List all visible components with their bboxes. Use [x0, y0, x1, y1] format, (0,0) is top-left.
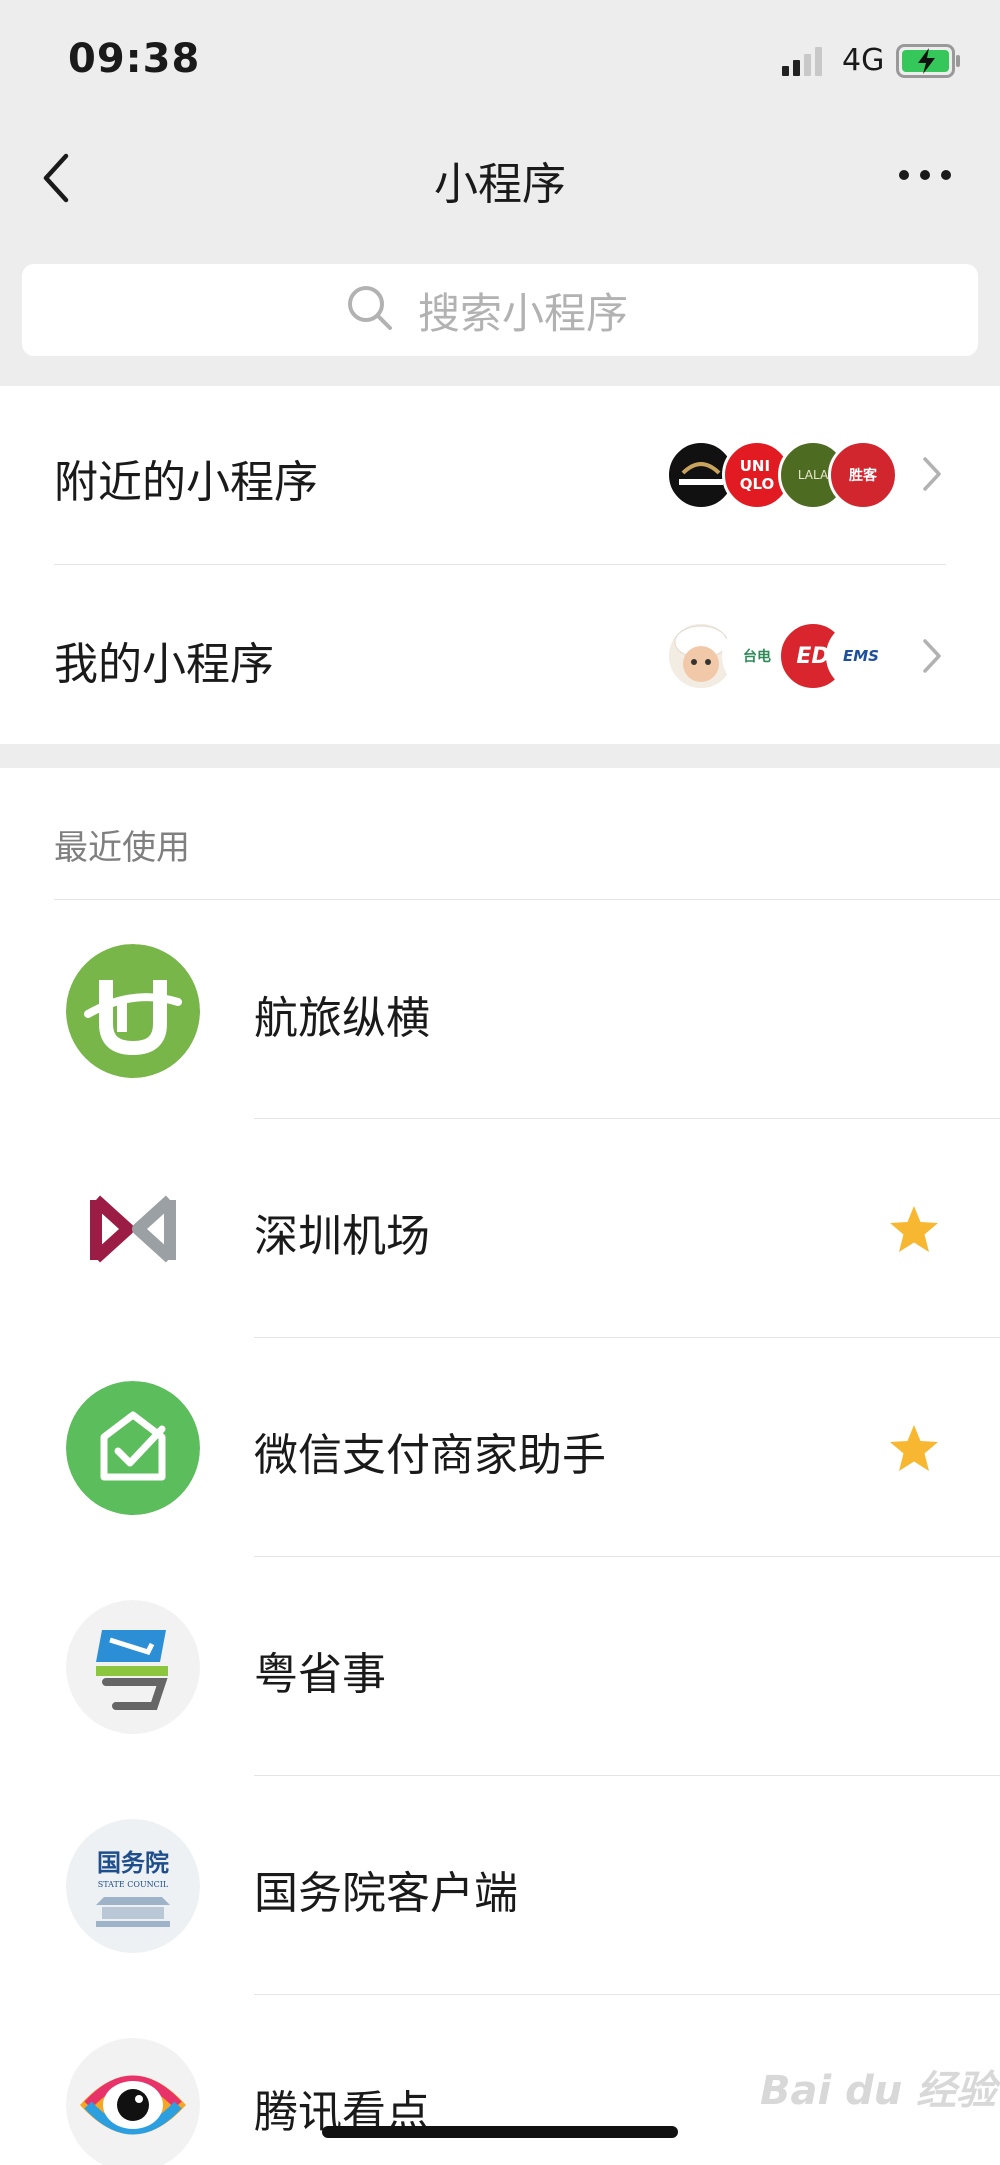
signal-icon [782, 47, 822, 76]
svg-text:国务院: 国务院 [97, 1849, 169, 1877]
recent-item-label: 微信支付商家助手 [254, 1430, 606, 1481]
recent-item-label: 航旅纵横 [254, 993, 430, 1044]
my-thumbnails: 台电 ED EMS [666, 621, 896, 691]
search-placeholder: 搜索小程序 [418, 289, 629, 338]
thumb-pizza: 胜客 [828, 440, 898, 510]
nearby-thumbnails: UNI QLO LALA 胜客 [666, 440, 898, 510]
home-indicator[interactable] [322, 2126, 678, 2138]
svg-text:STATE COUNCIL: STATE COUNCIL [98, 1880, 169, 1889]
recent-item-label: 国务院客户端 [254, 1868, 518, 1919]
yueshengshi-icon [66, 1600, 200, 1734]
my-label: 我的小程序 [54, 639, 274, 690]
shenzhen-airport-icon [66, 1162, 200, 1296]
mini-programs-screen: 09:38 4G 小程序 搜索小程序 附近的小程序 UNI QLO LALA 胜… [0, 0, 1000, 2165]
network-type: 4G [842, 43, 885, 78]
nearby-label: 附近的小程序 [54, 457, 318, 508]
star-icon[interactable] [886, 1202, 942, 1258]
thumb-ems: EMS [826, 621, 896, 691]
recent-section-title: 最近使用 [54, 828, 190, 868]
recent-item-label: 粤省事 [254, 1649, 386, 1700]
chevron-right-icon [923, 457, 941, 491]
battery-charging-icon [896, 44, 960, 78]
page-title: 小程序 [434, 159, 566, 210]
tencent-kandian-icon [66, 2038, 200, 2165]
state-council-icon: 国务院 STATE COUNCIL [66, 1819, 200, 1953]
recent-item-label: 深圳机场 [254, 1211, 430, 1262]
search-icon [348, 286, 392, 330]
status-time: 09:38 [68, 36, 201, 82]
entries-divider [54, 564, 946, 565]
more-dots-icon[interactable] [898, 162, 952, 188]
chevron-right-icon [923, 639, 941, 673]
watermark: Bai du 经验 [760, 2068, 997, 2114]
hanglv-app-icon [66, 944, 200, 1078]
wechat-pay-merchant-icon [66, 1381, 200, 1515]
star-icon[interactable] [886, 1421, 942, 1477]
